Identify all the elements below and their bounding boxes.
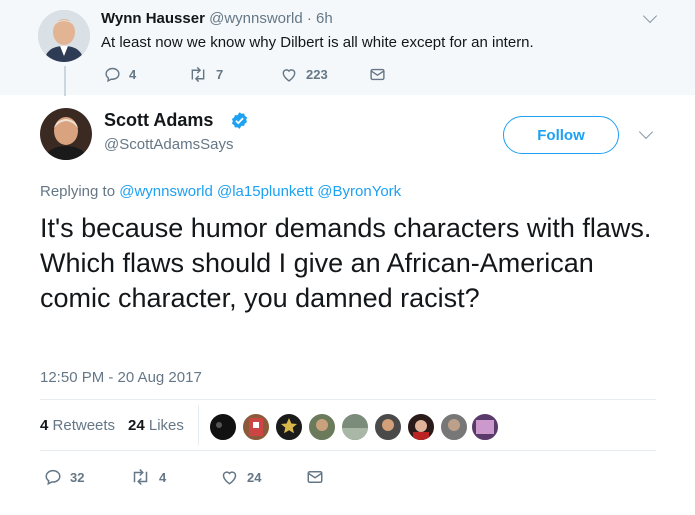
mention-link[interactable]: @ByronYork: [317, 183, 401, 200]
thread-connector: [64, 66, 66, 96]
likes-count: 24: [128, 417, 145, 434]
replying-to: Replying to @wynnsworld @la15plunkett @B…: [40, 183, 401, 200]
reply-action-like[interactable]: 223: [280, 66, 328, 83]
like-count: 223: [306, 67, 328, 82]
liker-avatar[interactable]: [439, 412, 469, 442]
mention-link[interactable]: @wynnsworld: [119, 183, 213, 200]
reply-action-reply[interactable]: 4: [104, 66, 136, 83]
liker-avatar[interactable]: [307, 412, 337, 442]
liker-avatar[interactable]: [340, 412, 370, 442]
retweet-count: 7: [216, 67, 224, 82]
retweet-icon: [191, 66, 205, 83]
retweets-label: Retweets: [52, 417, 116, 434]
retweet-count: 4: [159, 469, 167, 485]
heart-icon: [282, 69, 296, 82]
mention-link[interactable]: @la15plunkett: [217, 183, 313, 200]
liker-avatar[interactable]: [274, 412, 304, 442]
divider: [40, 399, 656, 400]
separator-dot: ·: [306, 10, 312, 27]
like-stats[interactable]: 24 Likes: [128, 417, 184, 434]
retweet-stats[interactable]: 4 Retweets: [40, 417, 115, 434]
tweet-action-message[interactable]: [306, 468, 324, 486]
follow-button[interactable]: Follow: [503, 116, 619, 154]
reply-author-name[interactable]: Wynn Hausser: [101, 10, 205, 27]
tweet-action-like[interactable]: 24: [220, 468, 261, 486]
reply-time[interactable]: 6h: [316, 10, 333, 27]
likes-label: Likes: [148, 417, 184, 434]
avatar-scott-adams[interactable]: [40, 108, 92, 160]
heart-icon: [222, 471, 237, 485]
reply-count: 32: [70, 469, 85, 485]
tweet-text: It's because humor demands characters wi…: [40, 213, 652, 313]
tweet-timestamp[interactable]: 12:50 PM - 20 Aug 2017: [40, 369, 202, 386]
reply-action-retweet[interactable]: 7: [188, 66, 223, 83]
stats-separator: [198, 405, 199, 445]
reply-count: 4: [129, 67, 137, 82]
liker-avatar[interactable]: [208, 412, 238, 442]
avatar-wynn-hausser[interactable]: [38, 10, 90, 62]
divider: [40, 450, 656, 451]
chevron-down-icon[interactable]: [638, 124, 654, 140]
retweet-icon: [133, 468, 148, 486]
tweet-action-retweet[interactable]: 4: [130, 468, 166, 486]
liker-avatar[interactable]: [406, 412, 436, 442]
author-name[interactable]: Scott Adams: [104, 110, 213, 131]
reply-author-handle[interactable]: @wynnsworld: [209, 10, 303, 27]
parent-tweet[interactable]: Wynn Hausser @wynnsworld · 6h At least n…: [0, 0, 695, 96]
replying-to-label: Replying to: [40, 183, 116, 200]
reply-icon: [105, 67, 120, 83]
chevron-down-icon[interactable]: [642, 8, 658, 24]
liker-avatar[interactable]: [470, 412, 500, 442]
liker-avatar[interactable]: [373, 412, 403, 442]
like-count: 24: [247, 469, 262, 485]
envelope-icon: [307, 471, 323, 483]
reply-action-message[interactable]: [369, 66, 386, 83]
tweet-action-reply[interactable]: 32: [44, 468, 84, 486]
retweets-count: 4: [40, 417, 49, 434]
liker-avatar[interactable]: [241, 412, 271, 442]
reply-text: At least now we know why Dilbert is all …: [101, 34, 534, 51]
author-handle[interactable]: @ScottAdamsSays: [104, 136, 233, 153]
envelope-icon: [370, 68, 385, 81]
reply-icon: [45, 469, 61, 486]
verified-badge-icon: [231, 112, 248, 129]
